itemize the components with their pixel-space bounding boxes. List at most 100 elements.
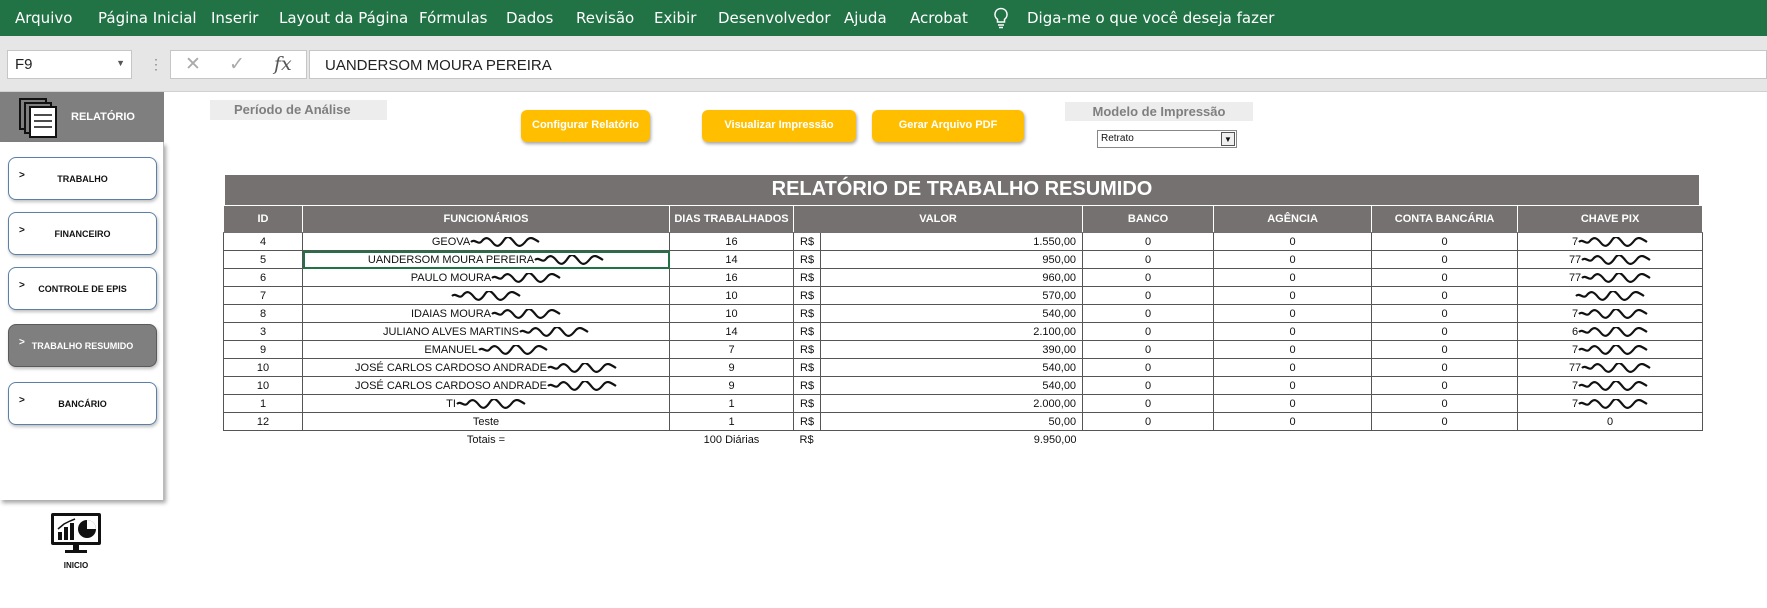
cell-id[interactable]: 3 xyxy=(223,322,303,341)
cell-valor[interactable]: 1.550,00 xyxy=(820,232,1084,251)
cell-pix[interactable]: 0 xyxy=(1517,412,1704,431)
cell-banco[interactable]: 0 xyxy=(1082,268,1215,287)
cell-id[interactable]: 10 xyxy=(223,358,303,377)
name-box[interactable]: F9 ▼ xyxy=(7,50,132,79)
cell-currency[interactable]: R$ xyxy=(792,250,822,269)
cell-banco[interactable]: 0 xyxy=(1082,232,1215,251)
cell-id[interactable]: 5 xyxy=(223,250,303,269)
cell-pix[interactable]: 7 xyxy=(1517,232,1704,251)
menu-arquivo[interactable]: Arquivo xyxy=(15,9,72,27)
cell-id[interactable]: 1 xyxy=(223,394,303,413)
cell-funcionario[interactable]: EMANUEL xyxy=(302,340,670,359)
cell-agencia[interactable]: 0 xyxy=(1213,412,1373,431)
cell-currency[interactable]: R$ xyxy=(792,232,822,251)
cell-funcionario[interactable]: PAULO MOURA xyxy=(302,268,670,287)
cell-agencia[interactable]: 0 xyxy=(1213,304,1373,323)
menu-dados[interactable]: Dados xyxy=(506,9,553,27)
cell-banco[interactable]: 0 xyxy=(1082,322,1215,341)
cell-funcionario[interactable]: JOSÉ CARLOS CARDOSO ANDRADE xyxy=(302,358,670,377)
cancel-icon[interactable]: ✕ xyxy=(185,53,201,76)
cell-conta[interactable]: 0 xyxy=(1371,304,1519,323)
cell-agencia[interactable]: 0 xyxy=(1213,250,1373,269)
cell-valor[interactable]: 950,00 xyxy=(820,250,1084,269)
cell-banco[interactable]: 0 xyxy=(1082,286,1215,305)
cell-banco[interactable]: 0 xyxy=(1082,340,1215,359)
visualizar-impressao-button[interactable]: Visualizar Impressão xyxy=(702,110,856,142)
cell-funcionario[interactable]: UANDERSOM MOURA PEREIRA xyxy=(302,250,670,269)
cell-dias[interactable]: 14 xyxy=(669,250,794,269)
cell-currency[interactable]: R$ xyxy=(792,340,822,359)
chevron-down-icon[interactable]: ▼ xyxy=(1221,132,1235,146)
cell-id[interactable]: 7 xyxy=(223,286,303,305)
sidebar-item-trabalho[interactable]: > TRABALHO xyxy=(8,157,157,200)
cell-agencia[interactable]: 0 xyxy=(1213,376,1373,395)
tell-me-search[interactable]: Diga-me o que você deseja fazer xyxy=(1027,9,1274,27)
cell-banco[interactable]: 0 xyxy=(1082,304,1215,323)
cell-dias[interactable]: 1 xyxy=(669,394,794,413)
cell-id[interactable]: 10 xyxy=(223,376,303,395)
cell-agencia[interactable]: 0 xyxy=(1213,268,1373,287)
cell-pix[interactable]: 6 xyxy=(1517,322,1704,341)
cell-conta[interactable]: 0 xyxy=(1371,394,1519,413)
enter-icon[interactable]: ✓ xyxy=(229,53,245,76)
cell-valor[interactable]: 540,00 xyxy=(820,304,1084,323)
cell-id[interactable]: 4 xyxy=(223,232,303,251)
cell-dias[interactable]: 16 xyxy=(669,268,794,287)
cell-currency[interactable]: R$ xyxy=(792,322,822,341)
cell-agencia[interactable]: 0 xyxy=(1213,286,1373,305)
cell-currency[interactable]: R$ xyxy=(792,358,822,377)
cell-agencia[interactable]: 0 xyxy=(1213,358,1373,377)
cell-dias[interactable]: 7 xyxy=(669,340,794,359)
menu-ajuda[interactable]: Ajuda xyxy=(844,9,887,27)
cell-pix[interactable]: 7 xyxy=(1517,340,1704,359)
cell-pix[interactable]: 77 xyxy=(1517,358,1704,377)
cell-agencia[interactable]: 0 xyxy=(1213,232,1373,251)
cell-currency[interactable]: R$ xyxy=(792,412,822,431)
formula-input[interactable]: UANDERSOM MOURA PEREIRA xyxy=(309,50,1767,79)
menu-layout-pagina[interactable]: Layout da Página xyxy=(279,9,408,27)
cell-pix[interactable]: 7 xyxy=(1517,376,1704,395)
menu-formulas[interactable]: Fórmulas xyxy=(419,9,487,27)
cell-conta[interactable]: 0 xyxy=(1371,376,1519,395)
cell-currency[interactable]: R$ xyxy=(792,376,822,395)
menu-acrobat[interactable]: Acrobat xyxy=(910,9,968,27)
cell-funcionario[interactable]: GEOVA xyxy=(302,232,670,251)
cell-conta[interactable]: 0 xyxy=(1371,322,1519,341)
modelo-impressao-select[interactable]: Retrato ▼ xyxy=(1097,130,1237,148)
sidebar-item-bancario[interactable]: > BANCÁRIO xyxy=(8,382,157,425)
cell-conta[interactable]: 0 xyxy=(1371,340,1519,359)
cell-banco[interactable]: 0 xyxy=(1082,376,1215,395)
cell-funcionario[interactable]: IDAIAS MOURA xyxy=(302,304,670,323)
cell-pix[interactable] xyxy=(1517,286,1704,305)
cell-conta[interactable]: 0 xyxy=(1371,358,1519,377)
cell-valor[interactable]: 2.000,00 xyxy=(820,394,1084,413)
cell-dias[interactable]: 10 xyxy=(669,286,794,305)
cell-dias[interactable]: 1 xyxy=(669,412,794,431)
cell-dias[interactable]: 16 xyxy=(669,232,794,251)
cell-valor[interactable]: 540,00 xyxy=(820,358,1084,377)
cell-id[interactable]: 12 xyxy=(223,412,303,431)
cell-conta[interactable]: 0 xyxy=(1371,268,1519,287)
cell-valor[interactable]: 960,00 xyxy=(820,268,1084,287)
sidebar-item-trabalho-resumido[interactable]: > TRABALHO RESUMIDO xyxy=(8,324,157,367)
cell-agencia[interactable]: 0 xyxy=(1213,340,1373,359)
cell-currency[interactable]: R$ xyxy=(792,304,822,323)
cell-funcionario[interactable]: JULIANO ALVES MARTINS xyxy=(302,322,670,341)
cell-agencia[interactable]: 0 xyxy=(1213,322,1373,341)
cell-id[interactable]: 6 xyxy=(223,268,303,287)
cell-pix[interactable]: 7 xyxy=(1517,394,1704,413)
cell-agencia[interactable]: 0 xyxy=(1213,394,1373,413)
cell-conta[interactable]: 0 xyxy=(1371,286,1519,305)
cell-valor[interactable]: 2.100,00 xyxy=(820,322,1084,341)
cell-funcionario[interactable] xyxy=(302,286,670,305)
configurar-relatorio-button[interactable]: Configurar Relatório xyxy=(521,110,650,142)
cell-dias[interactable]: 9 xyxy=(669,376,794,395)
cell-conta[interactable]: 0 xyxy=(1371,412,1519,431)
sidebar-item-controle-epis[interactable]: > CONTROLE DE EPIS xyxy=(8,267,157,310)
insert-function-icon[interactable]: fx xyxy=(274,53,292,75)
cell-banco[interactable]: 0 xyxy=(1082,358,1215,377)
menu-revisao[interactable]: Revisão xyxy=(576,9,634,27)
cell-valor[interactable]: 390,00 xyxy=(820,340,1084,359)
sidebar-item-financeiro[interactable]: > FINANCEIRO xyxy=(8,212,157,255)
cell-funcionario[interactable]: Teste xyxy=(302,412,670,431)
